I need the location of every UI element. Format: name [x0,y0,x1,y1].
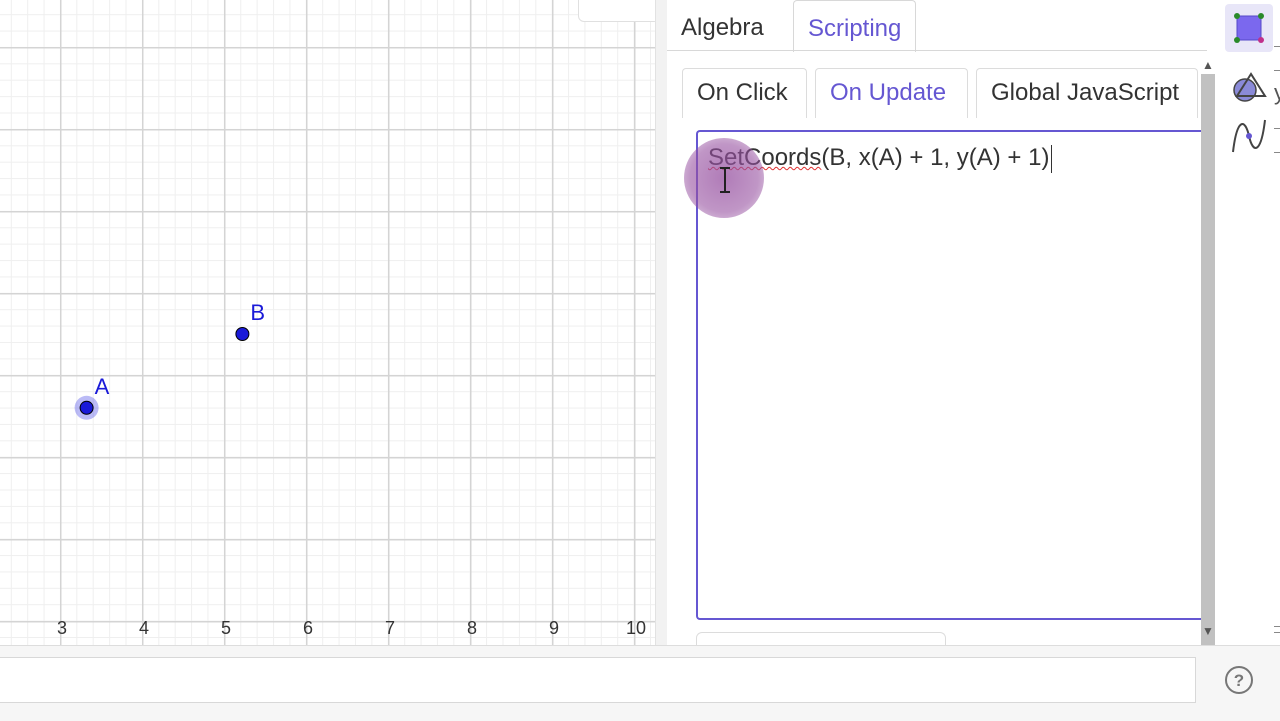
script-code-arguments: (B, x(A) + 1, y(A) + 1) [821,144,1050,171]
x-tick-label: 5 [221,618,231,638]
x-tick-label: 4 [139,618,149,638]
tab-scripting[interactable]: Scripting [793,0,917,52]
toolbar: y [1220,0,1280,645]
scrollbar-thumb[interactable] [1201,74,1215,666]
toolbar-edge-mark [1274,70,1280,71]
panel-scrollbar[interactable]: ▲ ▼ [1198,58,1218,666]
point-label-b: B [250,300,265,325]
svg-text:?: ? [1234,671,1244,690]
script-editor[interactable]: SetCoords(B, x(A) + 1, y(A) + 1) [696,130,1206,620]
toolbar-edge-mark [1274,46,1280,47]
move-tool-icon[interactable] [1225,4,1273,52]
script-code-command: SetCoords [708,144,822,171]
toolbar-edge-mark [1274,152,1280,153]
points-layer[interactable]: AB [74,300,265,420]
point-a[interactable] [79,400,94,415]
x-tick-label: 10 [626,618,646,638]
shapes-tool-icon[interactable] [1225,62,1273,110]
graphics-view[interactable]: 3 4 5 6 7 8 9 10 AB [0,0,655,645]
x-tick-label: 7 [385,618,395,638]
graphics-style-bar-toggle[interactable] [578,0,655,22]
properties-panel: Algebra Scripting On Click On Update Glo… [667,0,1220,666]
curve-tool-icon[interactable] [1225,112,1273,160]
input-bar: ? [0,645,1280,721]
script-code[interactable]: SetCoords(B, x(A) + 1, y(A) + 1) [708,144,1053,173]
x-tick-label: 3 [57,618,67,638]
toolbar-edge-mark [1274,626,1280,627]
graphics-canvas[interactable]: 3 4 5 6 7 8 9 10 AB [0,0,655,645]
scroll-down-icon[interactable]: ▼ [1202,624,1214,638]
point-label-a: A [95,374,110,399]
x-tick-label: 6 [303,618,313,638]
tab-algebra[interactable]: Algebra [667,0,778,50]
toolbar-edge-mark [1274,128,1280,129]
help-icon[interactable]: ? [1224,665,1254,695]
tab-on-update[interactable]: On Update [815,68,968,118]
input-field[interactable] [0,657,1196,703]
toolbar-edge-mark [1274,632,1280,633]
tab-global-javascript[interactable]: Global JavaScript [976,68,1198,118]
x-tick-label: 9 [549,618,559,638]
text-caret [1051,144,1053,173]
more-tools-icon[interactable]: y [1274,80,1280,106]
point-b[interactable] [235,327,250,341]
x-axis-ticks: 3 4 5 6 7 8 9 10 [57,618,646,638]
tab-on-click[interactable]: On Click [682,68,807,118]
scroll-up-icon[interactable]: ▲ [1202,58,1214,72]
tab-divider [667,50,1207,51]
x-tick-label: 8 [467,618,477,638]
